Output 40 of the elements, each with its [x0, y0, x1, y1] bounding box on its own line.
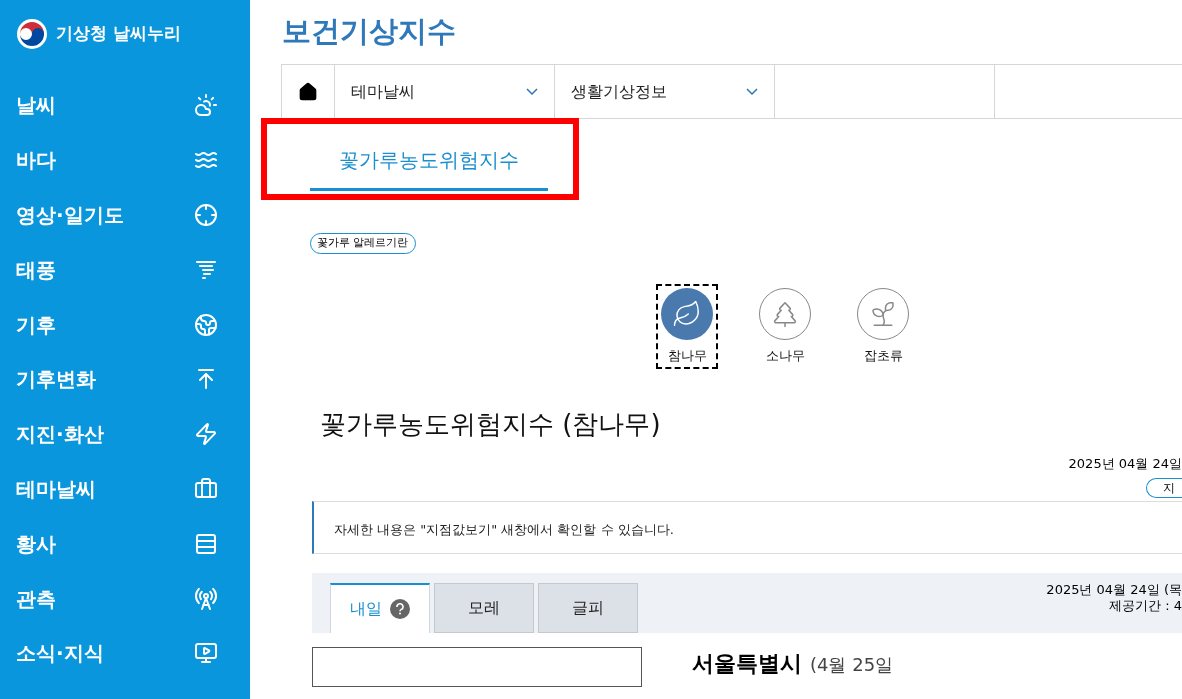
sub-tab[interactable]: 꽃가루농도위험지수	[310, 131, 548, 191]
sidebar-item[interactable]: 기후변화	[0, 352, 250, 407]
notice-text: 자세한 내용은 "지점값보기" 새창에서 확인할 수 있습니다.	[334, 520, 674, 539]
video-icon	[194, 641, 218, 666]
region-date: (4월 25일	[810, 653, 894, 677]
lightning-icon	[194, 422, 218, 447]
suitcase-icon	[194, 476, 218, 501]
crosshair-icon	[194, 203, 218, 227]
sidebar-item[interactable]: 테마날씨	[0, 461, 250, 517]
day-tab[interactable]: 내일	[330, 583, 430, 633]
section-heading: 꽃가루농도위험지수 (참나무)	[320, 408, 662, 441]
sidebar-item[interactable]: 기후	[0, 297, 250, 352]
sidebar-item[interactable]: 황사	[0, 516, 250, 572]
page-title: 보건기상지수	[282, 13, 457, 50]
tower-icon	[194, 586, 218, 611]
issued-date: 2025년 04월 24일	[1068, 455, 1182, 473]
sidebar-item[interactable]: 지진·화산	[0, 406, 250, 462]
region-title: 서울특별시	[692, 650, 802, 678]
globe-icon	[194, 312, 218, 337]
logo-icon	[16, 18, 48, 50]
sidebar-item[interactable]: 소식·지식	[0, 625, 250, 681]
sidebar-item[interactable]: 날씨	[0, 78, 250, 133]
breadcrumb-dropdown[interactable]: 생활기상정보	[555, 65, 775, 118]
day-tab[interactable]: 모레	[434, 583, 534, 633]
leaf-icon	[672, 298, 702, 329]
sidebar-item[interactable]: 관측	[0, 571, 250, 626]
sidebar-item[interactable]: 바다	[0, 132, 250, 188]
home-button[interactable]	[281, 65, 335, 118]
chevron-down-icon	[526, 88, 538, 95]
provision-period: 제공기간 : 4	[1109, 598, 1182, 614]
cloud-sun-icon	[194, 93, 218, 118]
home-icon	[298, 81, 318, 102]
chevron-down-icon	[746, 88, 758, 95]
help-icon[interactable]	[390, 599, 410, 619]
sidebar-item[interactable]: 영상·일기도	[0, 187, 250, 243]
day-tab[interactable]: 글피	[538, 583, 638, 633]
sidebar-item[interactable]: 태풍	[0, 242, 250, 298]
breadcrumb-dropdown[interactable]: 테마날씨	[335, 65, 555, 118]
forecast-date: 2025년 04월 24일 (목	[1046, 582, 1182, 598]
site-logo-text[interactable]: 기상청 날씨누리	[56, 21, 181, 47]
